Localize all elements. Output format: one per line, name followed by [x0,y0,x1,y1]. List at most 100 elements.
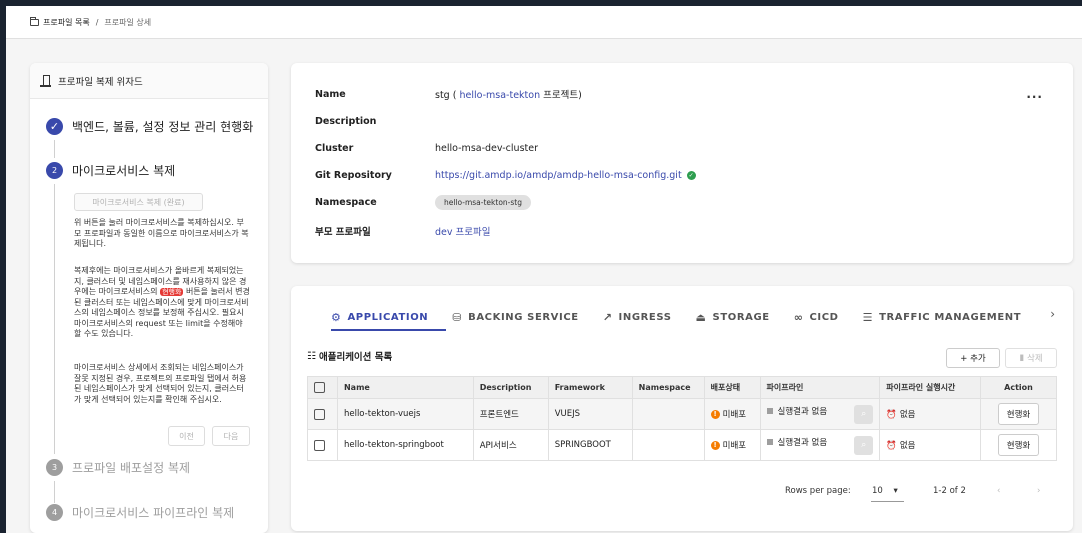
step-connector [54,481,55,503]
runtime-cell: ⏰ 없음 [879,429,982,461]
delete-button[interactable]: ▮ 삭제 [1005,348,1057,368]
name-suffix: 프로젝트) [543,90,582,101]
table-row[interactable]: hello-tekton-springboot API서비스 SPRINGBOO… [307,429,1057,461]
info-row-git: Git Repository https://git.amdp.io/amdp/… [315,167,696,183]
breadcrumb-separator: / [95,17,99,27]
column-header[interactable]: Description [472,376,549,399]
square-icon [766,439,773,445]
row-checkbox[interactable] [314,408,325,420]
app-list-title: 애플리케이션 목록 [318,352,393,363]
duplicate-microservice-button[interactable]: 마이크로서비스 복제 (완료) [74,193,203,211]
wizard-step-label: 프로파일 배포설정 복제 [72,461,191,475]
wizard-step-4[interactable]: 4 마이크로서비스 파이프라인 복제 [46,504,234,521]
tab-ingress[interactable]: ↗ INGRESS [603,306,672,328]
step-number: 3 [46,459,63,476]
cluster-value: hello-msa-dev-cluster [435,142,538,154]
tab-storage[interactable]: ⏏ STORAGE [696,306,770,328]
step-connector [54,140,55,158]
breadcrumb: 프로파일 목록 / 프로파일 상세 [6,6,1082,39]
app-framework: VUEJS [547,398,633,430]
infinity-icon: ∞ [793,310,804,324]
column-header[interactable]: 파이프라인 [759,376,881,399]
runtime-value: 없음 [899,410,916,420]
wizard-step-1[interactable]: ✓ 백엔드, 볼륨, 설정 정보 관리 현행화 [46,118,253,135]
select-all-checkbox[interactable] [314,382,325,393]
deploy-status-text: 미배포 [722,441,747,451]
column-header[interactable]: 파이프라인 실행시간 [879,376,982,399]
app-name[interactable]: hello-tekton-springboot [336,429,474,461]
action-cell: 현행화 [980,429,1057,461]
more-icon[interactable]: ... [1026,87,1043,101]
project-link[interactable]: hello-msa-tekton [459,90,540,101]
name-prefix: stg ( [435,90,457,101]
namespace-chip: hello-msa-tekton-stg [435,194,531,210]
wizard-step-label: 마이크로서비스 파이프라인 복제 [72,506,235,520]
row-checkbox[interactable] [314,439,325,451]
column-header[interactable]: 배포상태 [703,376,761,399]
breadcrumb-current: 프로파일 상세 [104,17,152,27]
wizard-step-label: 백엔드, 볼륨, 설정 정보 관리 현행화 [72,120,254,134]
wizard-instruction-2: 복제후에는 마이크로서비스가 올바르게 복제되었는지, 클러스터 및 네임스페이… [74,266,250,340]
name-value: stg ( hello-msa-tekton 프로젝트) [435,87,582,101]
table-row[interactable]: hello-tekton-vuejs 프론트엔드 VUEJS ! 미배포 실행결과… [307,398,1057,430]
next-button[interactable]: 다음 [212,426,250,446]
table-header-row: Name Description Framework Namespace 배포상… [307,376,1057,399]
rows-per-page-label: Rows per page: [785,486,851,496]
pipeline-result: 실행결과 없음 [777,406,828,417]
info-row-namespace: Namespace hello-msa-tekton-stg [315,194,531,210]
wizard-step-2[interactable]: 2 마이크로서비스 복제 [46,162,175,179]
wizard-step-3[interactable]: 3 프로파일 배포설정 복제 [46,459,190,476]
tab-cicd[interactable]: ∞ CICD [794,306,839,328]
tab-label: BACKING SERVICE [468,311,579,323]
column-header[interactable]: Name [336,376,474,399]
search-icon[interactable]: ⌕ [854,435,874,455]
deploy-status: ! 미배포 [703,398,761,430]
parent-profile-link[interactable]: dev 프로파일 [435,224,490,238]
name-label: Name [315,88,346,100]
tab-label: CICD [809,311,839,323]
sync-button[interactable]: 현행화 [997,434,1040,456]
pipeline-cell: 실행결과 없음 ⌕ [759,398,881,430]
wizard-instruction-1: 위 버튼을 눌러 마이크로서비스를 복제하십시오. 부모 프로파일과 동일한 이… [74,218,249,248]
cluster-label: Cluster [315,142,354,154]
step-number: 2 [46,162,63,179]
tab-backing-service[interactable]: ⛁ BACKING SERVICE [452,306,578,328]
select-underline [871,501,904,502]
description-label: Description [315,115,377,127]
open-external-icon: ↗ [602,310,613,324]
sync-button[interactable]: 현행화 [997,403,1040,425]
prev-button[interactable]: 이전 [168,426,205,446]
info-row-cluster: Cluster hello-msa-dev-cluster [315,140,538,156]
breadcrumb-root[interactable]: 프로파일 목록 [43,17,90,28]
app-name[interactable]: hello-tekton-vuejs [336,398,474,430]
tab-application[interactable]: ⚙ APPLICATION [331,306,428,328]
search-icon[interactable]: ⌕ [854,404,874,424]
prev-page-icon[interactable]: ‹ [997,486,1000,496]
tab-label: APPLICATION [347,311,429,323]
app-namespace [631,429,705,461]
tab-bar: ⚙ APPLICATION ⛁ BACKING SERVICE ↗ INGRES… [331,306,1045,328]
rows-per-page-value: 10 [872,486,883,496]
rows-per-page-select[interactable]: 10 ▾ [872,486,898,496]
chevron-right-icon[interactable]: › [1050,307,1055,321]
next-page-icon[interactable]: › [1037,486,1040,496]
list-icon: ☷ [307,350,316,362]
column-header[interactable]: Namespace [631,376,705,399]
pipeline-result: 실행결과 없음 [777,437,828,448]
info-row-name: Name stg ( hello-msa-tekton 프로젝트) [315,86,582,102]
tab-traffic-management[interactable]: ☰ TRAFFIC MANAGEMENT [863,306,1022,328]
application-card: ⚙ APPLICATION ⛁ BACKING SERVICE ↗ INGRES… [291,286,1073,531]
application-table: Name Description Framework Namespace 배포상… [307,376,1057,461]
column-header[interactable]: Action [980,376,1057,399]
app-description: 프론트엔드 [472,398,549,430]
add-button[interactable]: + 추가 [946,348,1000,368]
clock-icon: ⏰ [886,441,897,451]
runtime-value: 없음 [899,441,916,451]
column-header[interactable]: Framework [547,376,633,399]
storage-icon: ⏏ [695,310,707,324]
git-link[interactable]: https://git.amdp.io/amdp/amdp-hello-msa-… [435,170,682,181]
tab-label: TRAFFIC MANAGEMENT [879,311,1022,323]
page-range: 1-2 of 2 [933,486,966,496]
wizard-instruction-3: 마이크로서비스 상세에서 조회되는 네임스페이스가 잘못 지정된 경우, 프로젝… [74,363,247,404]
action-cell: 현행화 [980,398,1057,430]
